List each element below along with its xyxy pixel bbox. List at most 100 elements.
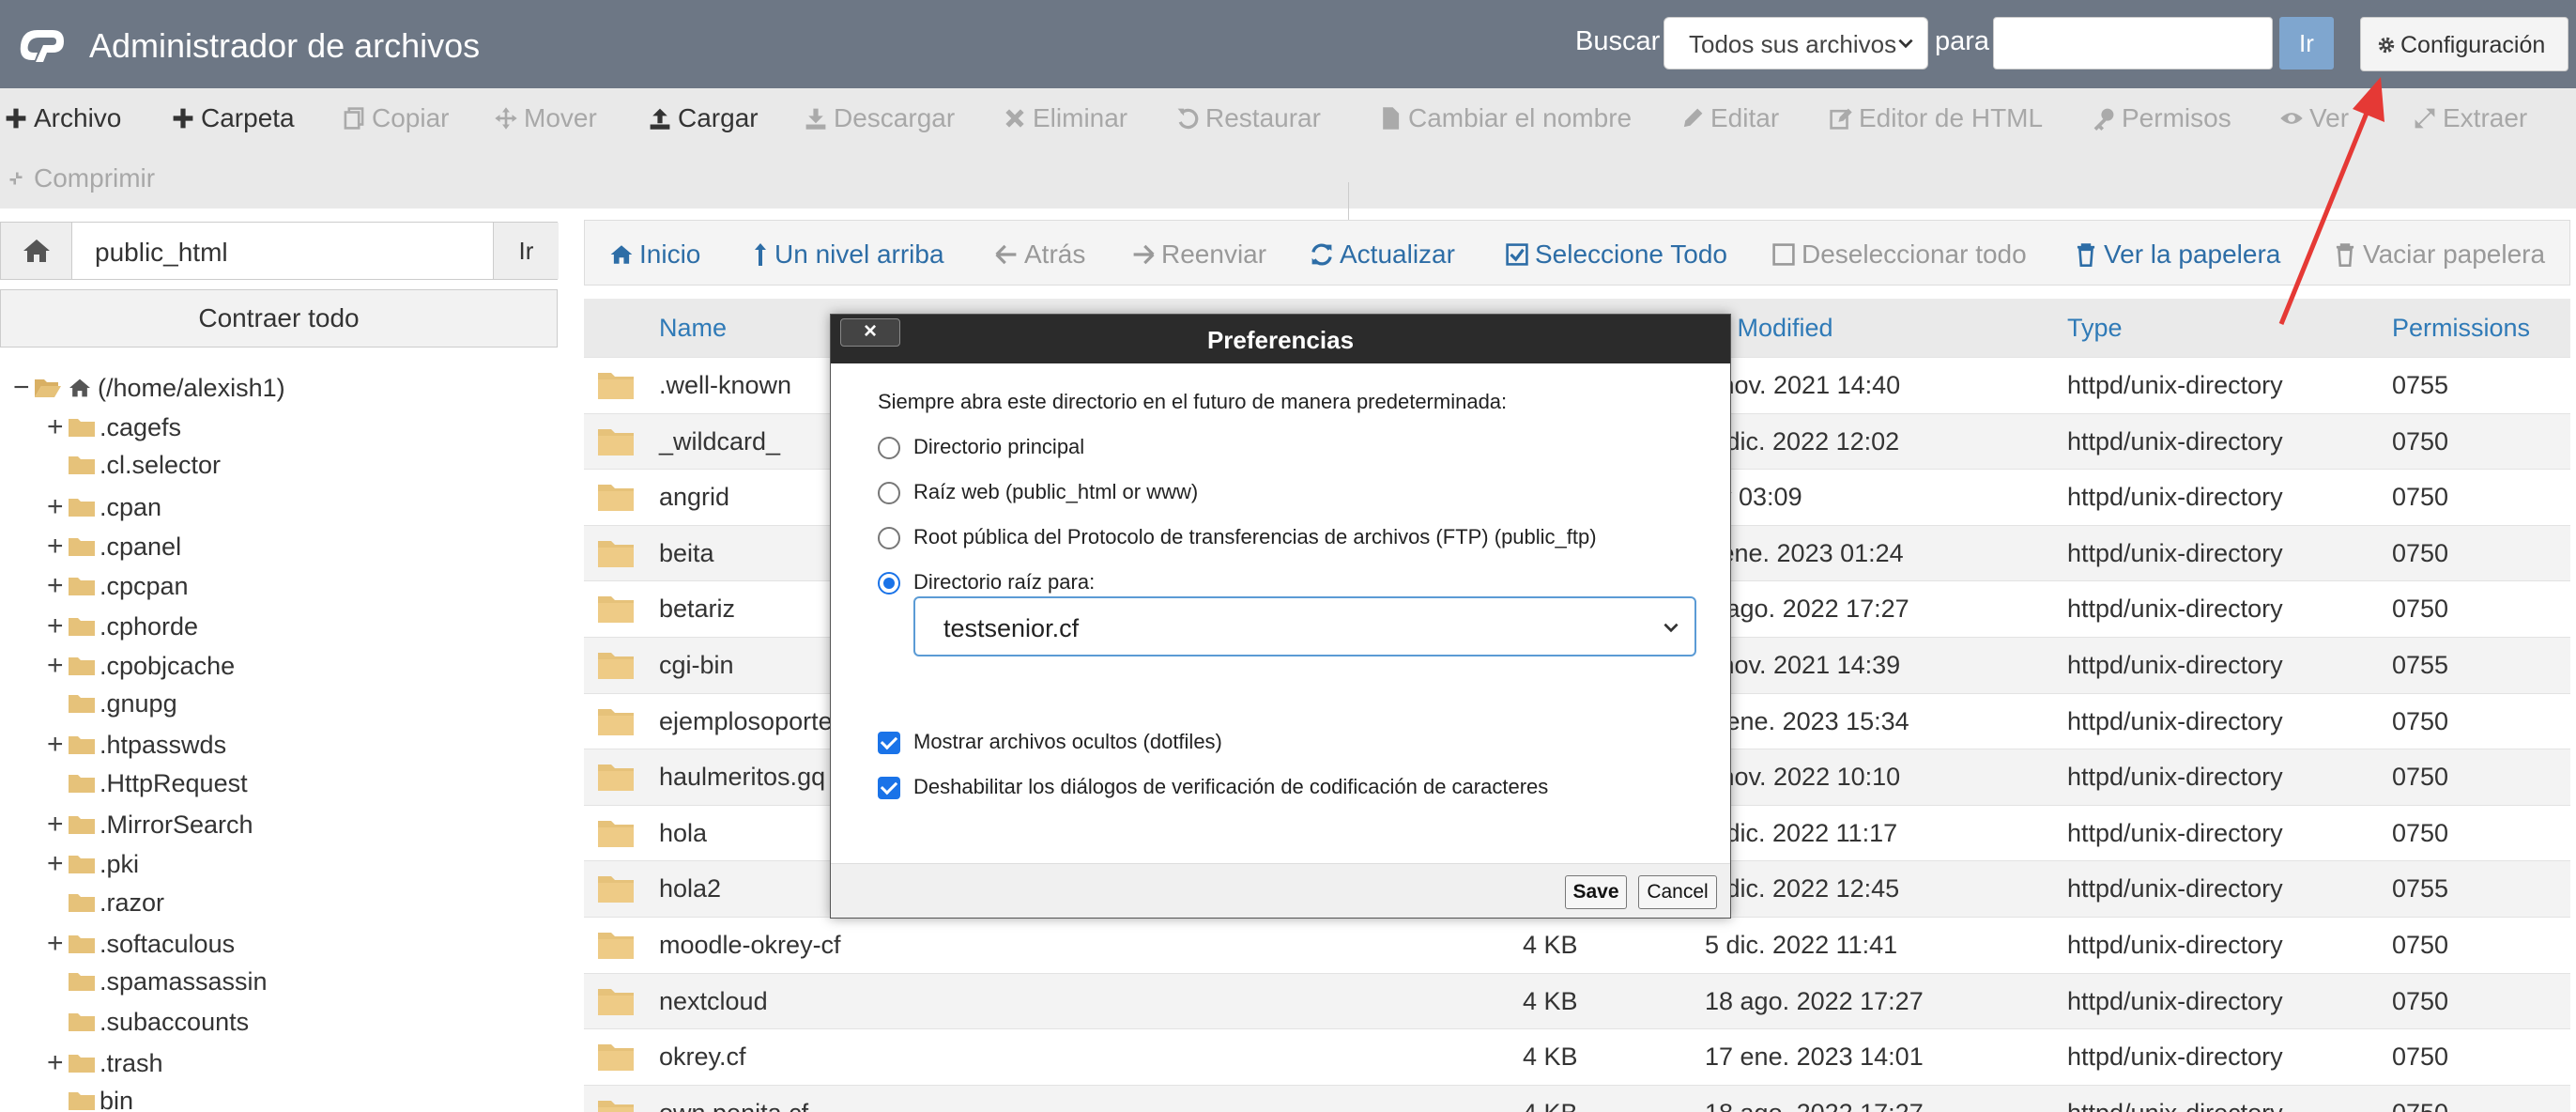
disable-encoding-option[interactable]: Deshabilitar los diálogos de verificació… <box>878 775 1548 799</box>
column-type[interactable]: Type <box>2067 314 2123 343</box>
path-bar: public_html Ir <box>0 222 559 280</box>
tree-item[interactable]: + .cpobjcache <box>47 650 235 687</box>
edit-box-icon <box>1830 108 1852 130</box>
file-permissions: 0755 <box>2392 651 2449 679</box>
tree-item[interactable]: + .pki <box>47 848 139 886</box>
tree-item[interactable]: + .cpan <box>47 491 161 529</box>
save-button[interactable]: Save <box>1565 875 1627 909</box>
folder-icon <box>69 1092 95 1111</box>
tree-item[interactable]: + .cphorde <box>47 610 198 648</box>
delete-button[interactable]: Eliminar <box>1003 103 1127 133</box>
folder-icon <box>69 1012 95 1031</box>
expand-toggle-icon[interactable]: + <box>47 848 68 880</box>
default-directory-option[interactable]: Raíz web (public_html or www) <box>878 480 1198 504</box>
tree-item[interactable]: + .htpasswds <box>47 729 226 766</box>
file-permissions: 0750 <box>2392 595 2449 624</box>
radio-button[interactable] <box>878 572 900 595</box>
file-name: nextcloud <box>659 986 768 1015</box>
dialog-close-button[interactable]: × <box>840 318 900 347</box>
disable-encoding-checkbox[interactable] <box>878 777 900 799</box>
select-all-button[interactable]: Seleccione Todo <box>1505 239 1727 270</box>
show-hidden-checkbox[interactable] <box>878 732 900 754</box>
file-permissions: 0750 <box>2392 763 2449 792</box>
search-scope-select[interactable]: Todos sus archivos <box>1664 17 1928 70</box>
collapse-toggle-icon[interactable]: − <box>13 372 34 404</box>
upload-button[interactable]: Cargar <box>648 103 759 133</box>
copy-button[interactable]: Copiar <box>342 103 449 133</box>
radio-button[interactable] <box>878 482 900 504</box>
expand-toggle-icon[interactable]: + <box>47 610 68 642</box>
expand-toggle-icon[interactable]: + <box>47 650 68 682</box>
default-directory-option[interactable]: Directorio raíz para: <box>878 570 1095 595</box>
expand-toggle-icon[interactable]: + <box>47 928 68 960</box>
expand-toggle-icon[interactable]: + <box>47 729 68 761</box>
tree-item[interactable]: + .softaculous <box>47 928 235 965</box>
file-type: httpd/unix-directory <box>2067 426 2283 456</box>
new-file-button[interactable]: Archivo <box>4 103 121 133</box>
up-one-level-button[interactable]: Un nivel arriba <box>752 239 944 270</box>
forward-button[interactable]: Reenviar <box>1131 239 1266 270</box>
file-name: moodle-okrey-cf <box>659 931 841 959</box>
tree-item-label: .MirrorSearch <box>100 811 253 839</box>
tree-item-label: .cagefs <box>100 413 182 441</box>
tree-item[interactable]: .gnupg <box>47 689 177 727</box>
expand-toggle-icon[interactable]: + <box>47 531 68 563</box>
file-type: httpd/unix-directory <box>2067 874 2283 904</box>
tree-root[interactable]: − (/home/alexish1) <box>13 372 285 409</box>
rename-button[interactable]: Cambiar el nombre <box>1378 103 1632 133</box>
tree-item[interactable]: .spamassassin <box>47 967 268 1005</box>
refresh-button[interactable]: Actualizar <box>1310 239 1455 270</box>
expand-toggle-icon[interactable]: + <box>47 491 68 523</box>
radio-button[interactable] <box>878 527 900 549</box>
tree-item[interactable]: + .trash <box>47 1047 163 1085</box>
extract-button[interactable]: Extraer <box>2413 103 2527 133</box>
expand-toggle-icon[interactable]: + <box>47 809 68 841</box>
tree-item[interactable]: + .cpanel <box>47 531 181 568</box>
deselect-all-button[interactable]: Deseleccionar todo <box>1771 239 2027 270</box>
collapse-all-button[interactable]: Contraer todo <box>0 289 558 348</box>
tree-item[interactable]: .HttpRequest <box>47 769 248 807</box>
search-go-button[interactable]: Ir <box>2279 17 2334 70</box>
html-editor-button[interactable]: Editor de HTML <box>1829 103 2043 133</box>
edit-button[interactable]: Editar <box>1680 103 1779 133</box>
tree-item[interactable]: .razor <box>47 888 164 926</box>
back-button[interactable]: Atrás <box>994 239 1085 270</box>
cancel-button[interactable]: Cancel <box>1638 875 1717 909</box>
tree-item[interactable]: + .cagefs <box>47 411 181 449</box>
permissions-button[interactable]: Permisos <box>2092 103 2231 133</box>
tree-item[interactable]: .cl.selector <box>47 451 221 488</box>
table-row[interactable]: own.penita.cf 4 KB 18 ago. 2022 17:27 httpd… <box>584 1084 2570 1112</box>
expand-toggle-icon[interactable]: + <box>47 1047 68 1079</box>
folder-icon <box>69 456 95 475</box>
view-trash-button[interactable]: Ver la papelera <box>2074 239 2280 270</box>
table-row[interactable]: moodle-okrey-cf 4 KB 5 dic. 2022 11:41 http… <box>584 917 2570 973</box>
home-path-button[interactable] <box>1 223 72 279</box>
radio-button[interactable] <box>878 437 900 459</box>
download-button[interactable]: Descargar <box>804 103 955 133</box>
domain-select[interactable]: testsenior.cf <box>913 596 1696 656</box>
column-permissions[interactable]: Permissions <box>2392 314 2530 343</box>
search-input[interactable] <box>1993 17 2273 70</box>
compress-button[interactable]: Comprimir <box>4 163 155 193</box>
default-directory-option[interactable]: Directorio principal <box>878 435 1084 459</box>
default-directory-option[interactable]: Root pública del Protocolo de transferen… <box>878 525 1597 549</box>
folder-icon <box>598 1044 634 1072</box>
tree-item[interactable]: + .MirrorSearch <box>47 809 253 846</box>
settings-button[interactable]: Configuración <box>2360 17 2568 71</box>
move-button[interactable]: Mover <box>494 103 597 133</box>
expand-toggle-icon[interactable]: + <box>47 411 68 443</box>
table-row[interactable]: okrey.cf 4 KB 17 ene. 2023 14:01 httpd/unix… <box>584 1028 2570 1085</box>
show-hidden-option[interactable]: Mostrar archivos ocultos (dotfiles) <box>878 730 1222 754</box>
home-button[interactable]: Inicio <box>609 239 700 270</box>
table-row[interactable]: nextcloud 4 KB 18 ago. 2022 17:27 httpd/uni… <box>584 972 2570 1029</box>
restore-button[interactable]: Restaurar <box>1175 103 1321 133</box>
tree-item-label: .cl.selector <box>100 451 222 480</box>
path-go-button[interactable]: Ir <box>493 223 559 279</box>
column-name[interactable]: Name <box>659 314 727 343</box>
path-input[interactable]: public_html <box>95 238 228 268</box>
new-folder-button[interactable]: Carpeta <box>171 103 295 133</box>
expand-toggle-icon[interactable]: + <box>47 570 68 602</box>
tree-item[interactable]: + .cpcpan <box>47 570 189 608</box>
tree-item[interactable]: bin <box>47 1087 133 1112</box>
tree-item[interactable]: .subaccounts <box>47 1008 249 1045</box>
